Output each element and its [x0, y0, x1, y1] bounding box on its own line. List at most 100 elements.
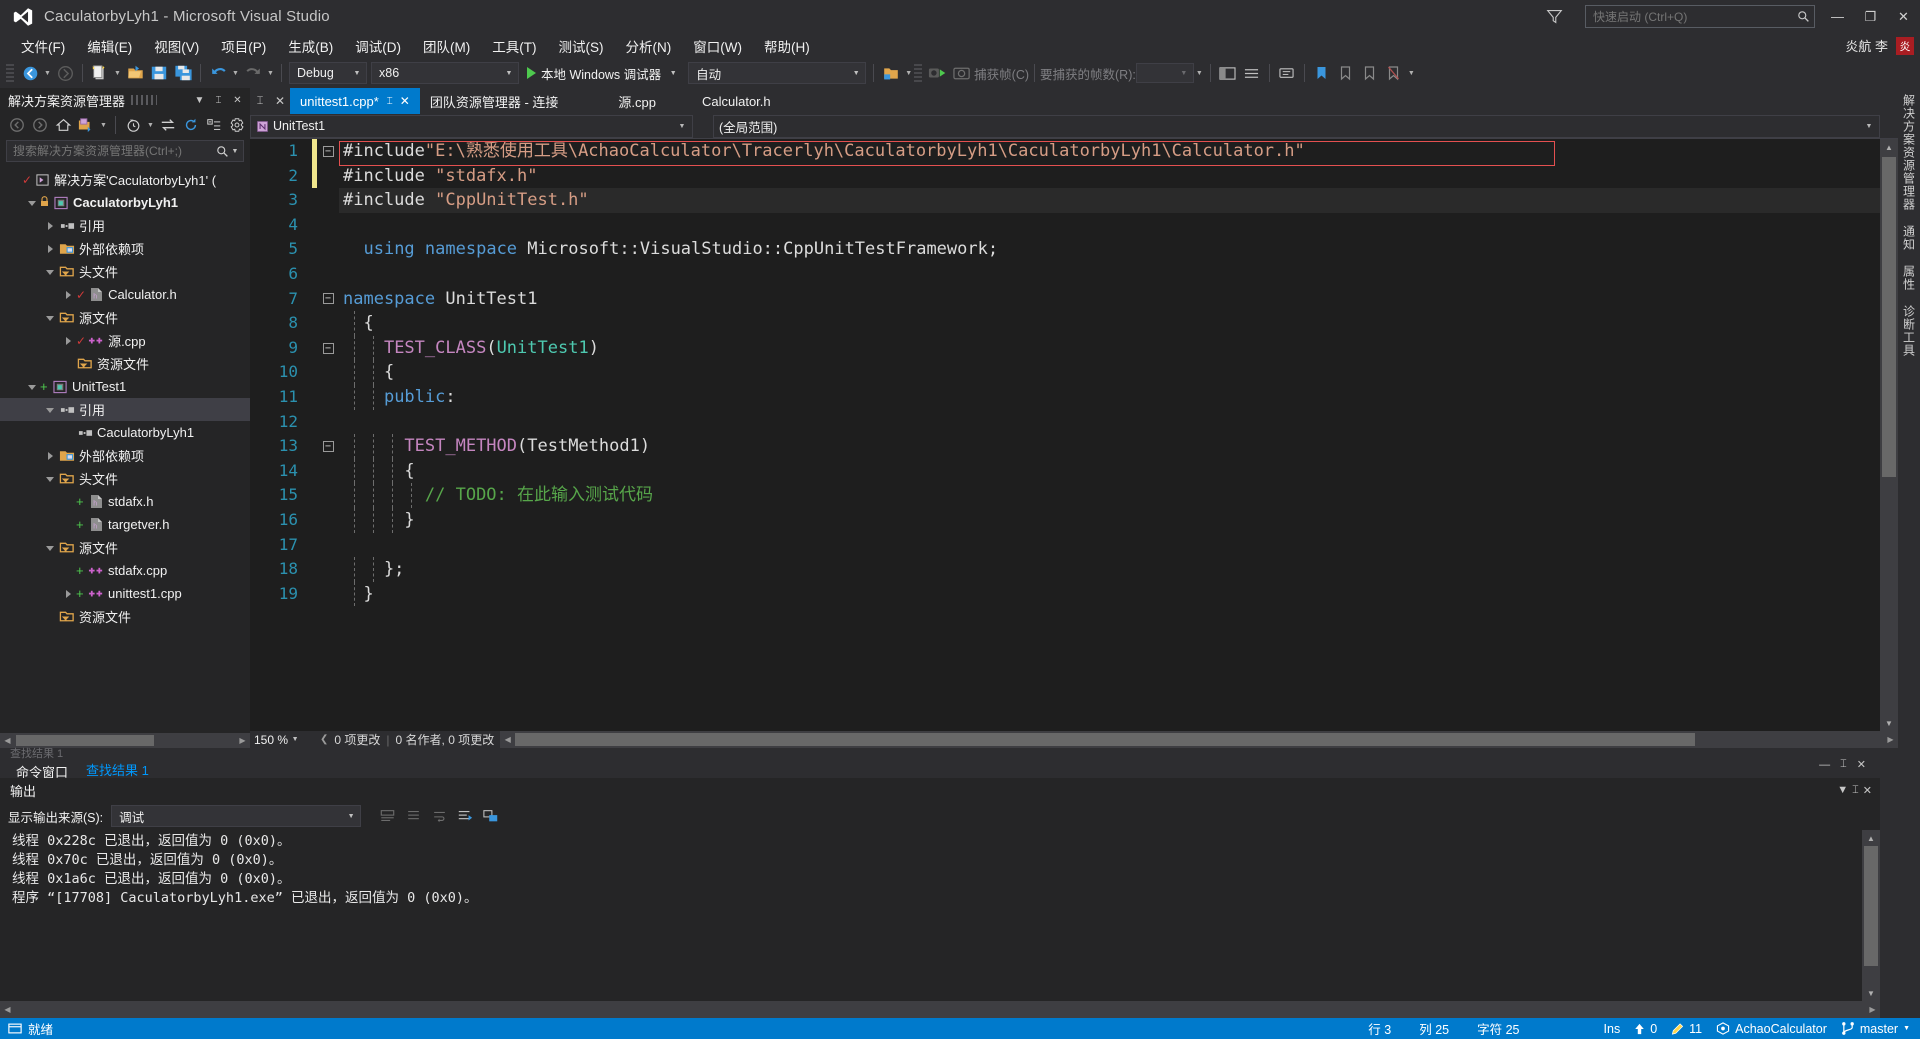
- home-icon[interactable]: [52, 114, 74, 136]
- tree-item[interactable]: ✓ 源.cpp: [0, 329, 250, 352]
- tree-item[interactable]: 头文件: [0, 260, 250, 283]
- solution-explorer-search-box[interactable]: ▼: [6, 140, 244, 162]
- menu-tools[interactable]: 工具(T): [481, 33, 547, 59]
- tab-unittest1-cpp[interactable]: unittest1.cpp* ⌶ ✕: [290, 88, 420, 114]
- debug-attach-combo[interactable]: 自动 ▼: [688, 62, 867, 84]
- folder-dropdown[interactable]: ▼: [903, 61, 914, 85]
- code-line[interactable]: 10 {: [250, 360, 1880, 385]
- panel-dropdown-icon[interactable]: ▼: [1837, 784, 1848, 796]
- code-line[interactable]: 15 // TODO: 在此输入测试代码: [250, 483, 1880, 508]
- chevron-down-icon[interactable]: ▼: [1861, 123, 1877, 130]
- menu-analyze[interactable]: 分析(N): [615, 33, 683, 59]
- user-account-area[interactable]: 炎航 李 炎: [1845, 33, 1914, 58]
- redo-icon[interactable]: [241, 61, 265, 85]
- code-line[interactable]: 8 {: [250, 311, 1880, 336]
- camera-play-icon[interactable]: [926, 61, 950, 85]
- switch-views-icon[interactable]: [75, 114, 97, 136]
- comment-block-icon[interactable]: [1275, 61, 1299, 85]
- folder-icon[interactable]: [879, 61, 903, 85]
- menu-file[interactable]: 文件(F): [10, 33, 76, 59]
- codelens-authors[interactable]: 0 名作者, 0 项更改: [396, 731, 495, 748]
- chevron-down-icon[interactable]: ▼: [502, 70, 516, 77]
- code-line[interactable]: 1 − #include"E:\熟悉使用工具\AchaoCalculator\Tra…: [250, 139, 1880, 164]
- scroll-thumb[interactable]: [1864, 846, 1878, 966]
- code-line[interactable]: 17: [250, 533, 1880, 558]
- status-branch[interactable]: master ▼: [1841, 1022, 1910, 1036]
- search-icon[interactable]: [216, 145, 229, 158]
- toolbar-grip-2[interactable]: [914, 64, 923, 82]
- scroll-left-icon[interactable]: ◀: [500, 731, 515, 748]
- status-pending-edits[interactable]: 11: [1671, 1022, 1702, 1036]
- chevron-down-icon[interactable]: ▼: [674, 123, 690, 130]
- clear-all-icon[interactable]: [401, 804, 425, 828]
- tabstrip-close-icon[interactable]: ✕: [270, 88, 290, 114]
- tree-item[interactable]: + h stdafx.h: [0, 490, 250, 513]
- tree-item[interactable]: 外部依赖项: [0, 444, 250, 467]
- codelens-changes[interactable]: 0 项更改: [334, 731, 380, 748]
- expand-twisty-icon[interactable]: [42, 241, 58, 257]
- code-line[interactable]: 9 − TEST_CLASS(UnitTest1): [250, 335, 1880, 361]
- redo-dropdown[interactable]: ▼: [265, 61, 276, 85]
- open-file-icon[interactable]: [123, 61, 147, 85]
- pending-changes-dropdown[interactable]: ▼: [145, 113, 156, 137]
- undo-icon[interactable]: [206, 61, 230, 85]
- tree-item[interactable]: 资源文件: [0, 605, 250, 628]
- rtab-notifications[interactable]: 通知: [1901, 225, 1918, 251]
- close-icon[interactable]: ✕: [1857, 758, 1866, 771]
- minimize-icon[interactable]: —: [1819, 759, 1830, 771]
- code-line[interactable]: 4: [250, 213, 1880, 238]
- new-item-dropdown[interactable]: ▼: [112, 61, 123, 85]
- close-button[interactable]: ✕: [1887, 0, 1920, 33]
- scroll-left-icon[interactable]: ◀: [0, 1005, 15, 1014]
- code-line[interactable]: 18 };: [250, 557, 1880, 582]
- code-text-surface[interactable]: 1− #include"E:\熟悉使用工具\AchaoCalculator\Tra…: [250, 139, 1880, 731]
- tree-item[interactable]: 引用: [0, 398, 250, 421]
- collapse-twisty-icon[interactable]: [42, 310, 58, 326]
- scroll-down-icon[interactable]: ▼: [1880, 715, 1898, 731]
- code-line[interactable]: 6: [250, 262, 1880, 287]
- menu-build[interactable]: 生成(B): [277, 33, 344, 59]
- collapse-twisty-icon[interactable]: [24, 379, 40, 395]
- scroll-thumb[interactable]: [1882, 157, 1896, 477]
- line-numbers-icon[interactable]: [1240, 61, 1264, 85]
- menu-help[interactable]: 帮助(H): [753, 33, 821, 59]
- menu-window[interactable]: 窗口(W): [682, 33, 753, 59]
- menu-edit[interactable]: 编辑(E): [76, 33, 143, 59]
- tree-item[interactable]: + unittest1.cpp: [0, 582, 250, 605]
- code-editor[interactable]: 1− #include"E:\熟悉使用工具\AchaoCalculator\Tra…: [250, 139, 1898, 731]
- start-debugging-button[interactable]: 本地 Windows 调试器 ▼: [521, 61, 686, 85]
- chevron-down-icon[interactable]: ▼: [344, 813, 358, 820]
- quick-launch-box[interactable]: [1585, 5, 1815, 28]
- tree-item[interactable]: + stdafx.cpp: [0, 559, 250, 582]
- navigate-back-icon[interactable]: [18, 61, 42, 85]
- properties-icon[interactable]: [226, 114, 248, 136]
- code-line[interactable]: 12: [250, 410, 1880, 435]
- panel-close-icon[interactable]: ✕: [229, 91, 246, 109]
- capture-overflow[interactable]: ▼: [1194, 61, 1205, 85]
- tab-yuan-cpp[interactable]: 源.cpp: [608, 88, 666, 114]
- pin-icon[interactable]: ⌶: [1840, 758, 1847, 771]
- navigation-scope-combo[interactable]: UnitTest1 ▼: [250, 114, 693, 138]
- panel-dropdown-icon[interactable]: ▼: [191, 91, 208, 109]
- window-layout-icon[interactable]: [1216, 61, 1240, 85]
- scroll-right-icon[interactable]: ▶: [1865, 1005, 1880, 1014]
- code-line[interactable]: 7 − namespace UnitTest1: [250, 287, 1880, 312]
- undo-dropdown[interactable]: ▼: [230, 61, 241, 85]
- tree-item[interactable]: CaculatorbyLyh1: [0, 421, 250, 444]
- navigate-forward-icon[interactable]: [53, 61, 77, 85]
- code-line[interactable]: 5 using namespace Microsoft::VisualStudi…: [250, 237, 1880, 262]
- quick-launch-input[interactable]: [1593, 9, 1797, 24]
- code-line[interactable]: 14 {: [250, 458, 1880, 484]
- tree-item[interactable]: 头文件: [0, 467, 250, 490]
- menu-view[interactable]: 视图(V): [143, 33, 210, 59]
- tree-item[interactable]: 源文件: [0, 536, 250, 559]
- feedback-icon[interactable]: [1537, 0, 1571, 33]
- status-outgoing[interactable]: 0: [1634, 1022, 1657, 1036]
- new-item-icon[interactable]: [88, 61, 112, 85]
- panel-close-icon[interactable]: ✕: [1863, 784, 1872, 797]
- tab-calculator-h[interactable]: Calculator.h: [691, 88, 781, 114]
- switch-views-dropdown[interactable]: ▼: [98, 113, 109, 137]
- expand-twisty-icon[interactable]: [60, 586, 76, 602]
- bookmark-icon[interactable]: [1310, 61, 1334, 85]
- menu-team[interactable]: 团队(M): [412, 33, 481, 59]
